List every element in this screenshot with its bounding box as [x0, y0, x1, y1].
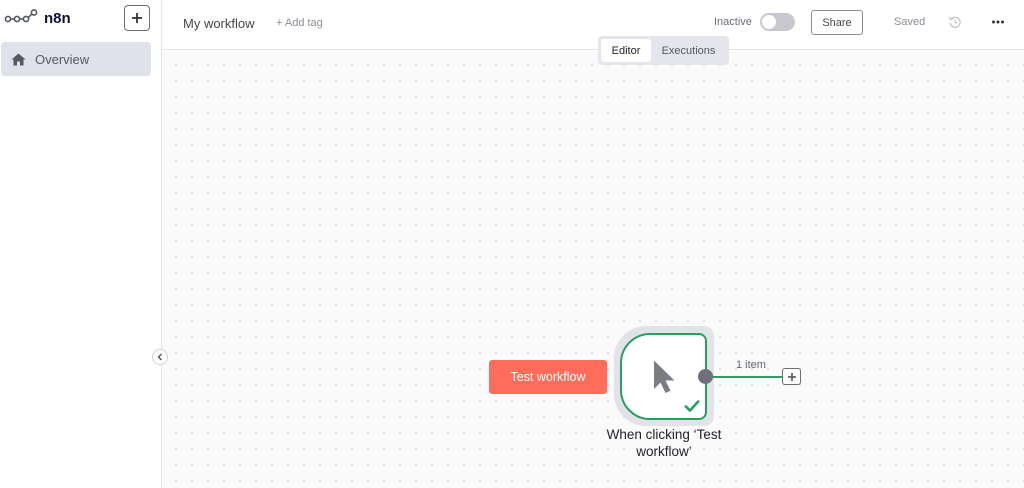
chevron-left-icon [157, 353, 162, 361]
share-button[interactable]: Share [811, 10, 863, 35]
collapse-sidebar-button[interactable] [152, 349, 168, 365]
add-node-button[interactable] [782, 368, 801, 385]
toggle-knob [762, 15, 776, 29]
n8n-logo[interactable]: n8n [4, 8, 71, 28]
sidebar: n8n Overview [0, 0, 162, 488]
more-options-icon[interactable] [991, 15, 1005, 29]
tab-editor[interactable]: Editor [601, 39, 651, 62]
active-toggle[interactable] [760, 13, 795, 31]
n8n-logo-icon [4, 9, 38, 23]
add-tag-link[interactable]: + Add tag [276, 17, 323, 29]
saved-indicator: Saved [894, 16, 926, 28]
node-output-handle[interactable] [698, 369, 713, 384]
pointer-icon [653, 360, 674, 393]
active-status-label: Inactive [714, 16, 752, 28]
workflow-canvas[interactable] [162, 51, 1024, 488]
success-check-icon [684, 400, 700, 412]
header: My workflow + Add tag Inactive Share Sav… [162, 0, 1024, 50]
view-tabs: Editor Executions [598, 36, 729, 65]
home-icon [11, 53, 26, 65]
test-workflow-button[interactable]: Test workflow [489, 360, 607, 394]
tab-executions[interactable]: Executions [651, 39, 726, 62]
history-icon[interactable] [948, 15, 962, 29]
app-name: n8n [44, 9, 71, 27]
manual-trigger-node[interactable] [620, 333, 707, 420]
output-connector [711, 375, 783, 378]
plus-icon [132, 13, 142, 23]
sidebar-item-overview[interactable]: Overview [1, 42, 151, 76]
workflow-name[interactable]: My workflow [183, 16, 255, 31]
sidebar-item-label: Overview [35, 51, 90, 67]
node-title: When clicking ‘Test workflow’ [606, 427, 722, 459]
plus-icon [787, 372, 796, 381]
add-button[interactable] [124, 5, 150, 31]
output-item-count: 1 item [736, 359, 766, 371]
